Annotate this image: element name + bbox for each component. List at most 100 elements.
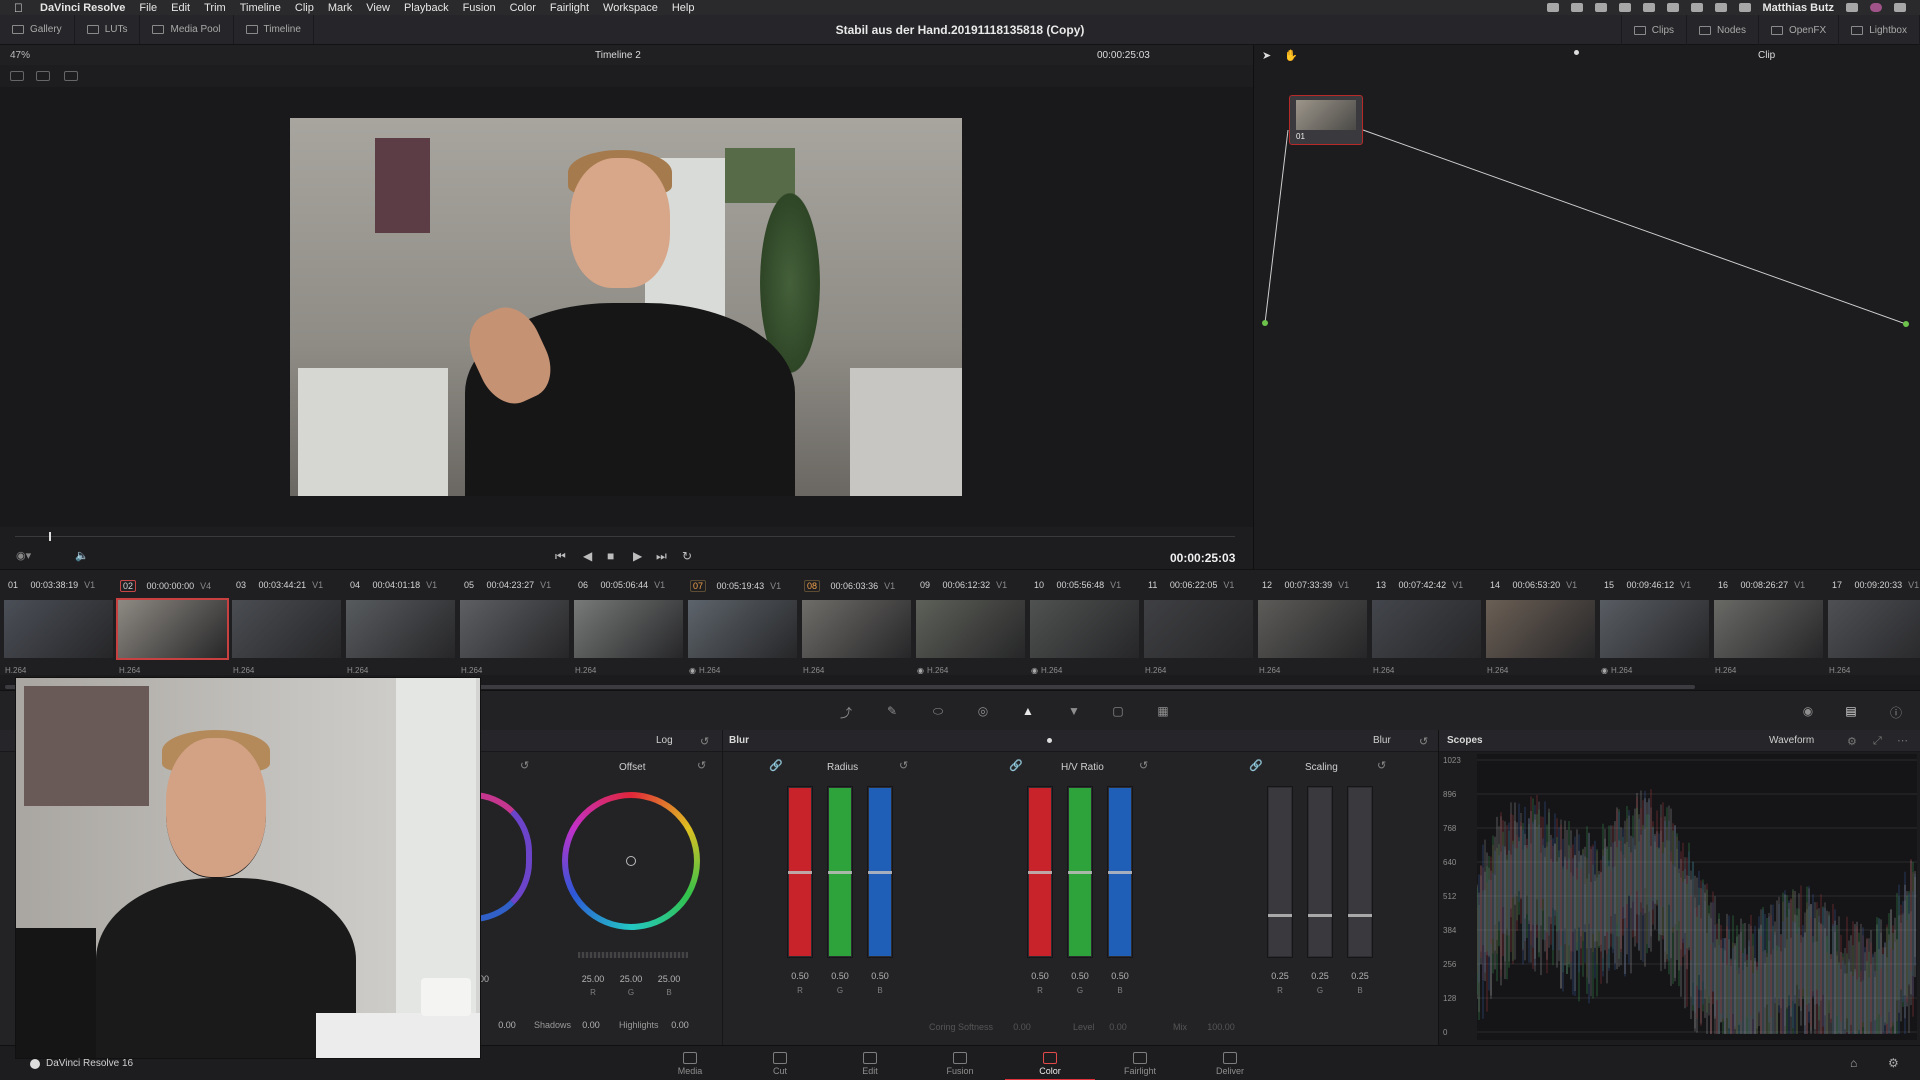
clip-thumbnail[interactable]	[1600, 600, 1709, 658]
scaling-value-b[interactable]: 0.25	[1345, 971, 1375, 981]
blur-reset-icon[interactable]: ↺	[1419, 735, 1428, 748]
radius-value-r[interactable]: 0.50	[785, 971, 815, 981]
page-deliver[interactable]: Deliver	[1185, 1046, 1275, 1080]
scaling-link-icon[interactable]: 🔗	[1249, 759, 1263, 772]
hv-ratio-slider-r[interactable]	[1027, 786, 1053, 958]
node-mode-dropdown[interactable]: Clip	[1758, 50, 1775, 61]
menu-help[interactable]: Help	[672, 2, 695, 14]
offset-master-wheel[interactable]	[578, 952, 688, 958]
clip-01[interactable]: 01 00:03:38:19 V1 H.264	[0, 570, 113, 676]
radius-reset-icon[interactable]: ↺	[899, 759, 908, 772]
clip-12[interactable]: 12 00:07:33:39 V1 H.264	[1254, 570, 1367, 676]
qualifier-icon[interactable]: ✎	[884, 704, 900, 718]
tray-icon-3[interactable]	[1642, 3, 1655, 12]
clip-thumbnail[interactable]	[1486, 600, 1595, 658]
apple-icon[interactable]: 	[14, 1, 28, 15]
3d-icon[interactable]: ▦	[1155, 704, 1171, 718]
menu-fusion[interactable]: Fusion	[463, 2, 496, 14]
clip-06[interactable]: 06 00:05:06:44 V1 H.264	[570, 570, 683, 676]
offset-value-g[interactable]: 25.00	[616, 974, 646, 984]
sizing-icon[interactable]: ▢	[1110, 704, 1126, 718]
scaling-handle-b[interactable]	[1348, 913, 1372, 917]
page-fairlight[interactable]: Fairlight	[1095, 1046, 1185, 1080]
scaling-slider-r[interactable]	[1267, 786, 1293, 958]
jog-icon[interactable]: ◉▾	[16, 549, 31, 562]
openfx-button[interactable]: OpenFX	[1759, 15, 1840, 45]
clip-11[interactable]: 11 00:06:22:05 V1 H.264	[1140, 570, 1253, 676]
clip-17[interactable]: 17 00:09:20:33 V1 H.264	[1824, 570, 1920, 676]
clip-thumbnail[interactable]	[346, 600, 455, 658]
hv-ratio-handle-b[interactable]	[1108, 871, 1132, 874]
clip-14[interactable]: 14 00:06:53:20 V1 H.264	[1482, 570, 1595, 676]
viewer-timecode[interactable]: 00:00:25:03	[1097, 50, 1150, 61]
clip-thumbnail[interactable]	[1258, 600, 1367, 658]
contrast-value[interactable]: 0.00	[492, 1020, 522, 1030]
primaries-mode-dropdown[interactable]: Log	[656, 735, 673, 746]
clip-thumbnail[interactable]	[1144, 600, 1253, 658]
timeline-button[interactable]: Timeline	[234, 15, 314, 44]
highlights-value[interactable]: 0.00	[665, 1020, 695, 1030]
gallery-button[interactable]: Gallery	[0, 15, 75, 44]
window-icon[interactable]: ⬭	[930, 704, 946, 718]
radius-value-b[interactable]: 0.50	[865, 971, 895, 981]
menu-color[interactable]: Color	[510, 2, 536, 14]
menu-timeline[interactable]: Timeline	[240, 2, 281, 14]
offset-reset-icon[interactable]: ↺	[697, 759, 706, 772]
lightbox-button[interactable]: Lightbox	[1839, 15, 1920, 45]
clip-15[interactable]: 15 00:09:46:12 V1 ◉ H.264	[1596, 570, 1709, 676]
scaling-handle-r[interactable]	[1268, 913, 1292, 917]
luts-button[interactable]: LUTs	[75, 15, 141, 44]
offset-wheel[interactable]	[562, 792, 700, 930]
media-pool-button[interactable]: Media Pool	[140, 15, 234, 44]
clip-16[interactable]: 16 00:08:26:27 V1 H.264	[1710, 570, 1823, 676]
clip-thumbnail[interactable]	[460, 600, 569, 658]
hv-ratio-value-g[interactable]: 0.50	[1065, 971, 1095, 981]
wifi-icon[interactable]	[1714, 3, 1727, 12]
bluetooth-icon[interactable]	[1690, 3, 1703, 12]
clip-08[interactable]: 08 00:06:03:36 V1 H.264	[798, 570, 911, 676]
clip-thumbnail[interactable]	[1372, 600, 1481, 658]
scope-expand-icon[interactable]: ⤢	[1873, 735, 1882, 748]
level-value[interactable]: 0.00	[1103, 1022, 1133, 1032]
menu-trim[interactable]: Trim	[204, 2, 226, 14]
hv-ratio-value-b[interactable]: 0.50	[1105, 971, 1135, 981]
scaling-slider-g[interactable]	[1307, 786, 1333, 958]
gain-wheel-partial[interactable]	[472, 792, 532, 922]
zoom-dropdown[interactable]: 47%	[10, 50, 30, 61]
hv-link-icon[interactable]: 🔗	[1009, 759, 1023, 772]
tray-icon-1[interactable]	[1546, 3, 1559, 12]
pointer-tool-icon[interactable]: ➤	[1262, 49, 1271, 62]
clip-thumbnail[interactable]	[916, 600, 1025, 658]
user-name[interactable]: Matthias Butz	[1763, 2, 1835, 14]
scaling-value-g[interactable]: 0.25	[1305, 971, 1335, 981]
menu-workspace[interactable]: Workspace	[603, 2, 658, 14]
corrector-node[interactable]: 01	[1289, 95, 1363, 145]
go-to-end-icon[interactable]: ⏭	[656, 549, 667, 564]
scope-type-dropdown[interactable]: Waveform	[1769, 735, 1814, 746]
clip-02[interactable]: 02 00:00:00:00 V4 H.264	[114, 570, 229, 676]
tracker-icon[interactable]: ◎	[975, 704, 991, 718]
radius-slider-g[interactable]	[827, 786, 853, 958]
radius-value-g[interactable]: 0.50	[825, 971, 855, 981]
radius-slider-b[interactable]	[867, 786, 893, 958]
time-machine-icon[interactable]	[1666, 3, 1679, 12]
play-reverse-icon[interactable]: ◀	[583, 549, 592, 563]
menu-fairlight[interactable]: Fairlight	[550, 2, 589, 14]
clip-thumbnail[interactable]	[4, 600, 113, 658]
node-editor[interactable]: ➤ ✋ Clip 01	[1253, 45, 1920, 569]
clip-09[interactable]: 09 00:06:12:32 V1 ◉ H.264	[912, 570, 1025, 676]
page-media[interactable]: Media	[645, 1046, 735, 1080]
dropbox-icon[interactable]	[1570, 3, 1583, 12]
hv-ratio-handle-r[interactable]	[1028, 871, 1052, 874]
clip-13[interactable]: 13 00:07:42:42 V1 H.264	[1368, 570, 1481, 676]
scope-toggle-icon[interactable]: ◉	[1800, 704, 1816, 718]
clip-thumbnail[interactable]	[1828, 600, 1920, 658]
clip-thumbnail[interactable]	[688, 600, 797, 658]
clip-05[interactable]: 05 00:04:23:27 V1 H.264	[456, 570, 569, 676]
settings-icon[interactable]: ⚙	[1888, 1056, 1899, 1070]
coring-softness-value[interactable]: 0.00	[1007, 1022, 1037, 1032]
go-to-start-icon[interactable]: ⏮	[555, 549, 566, 564]
scopes-icon[interactable]: ▤	[1843, 704, 1859, 718]
user-switch-icon[interactable]	[1738, 3, 1751, 12]
mix-value[interactable]: 100.00	[1201, 1022, 1241, 1032]
